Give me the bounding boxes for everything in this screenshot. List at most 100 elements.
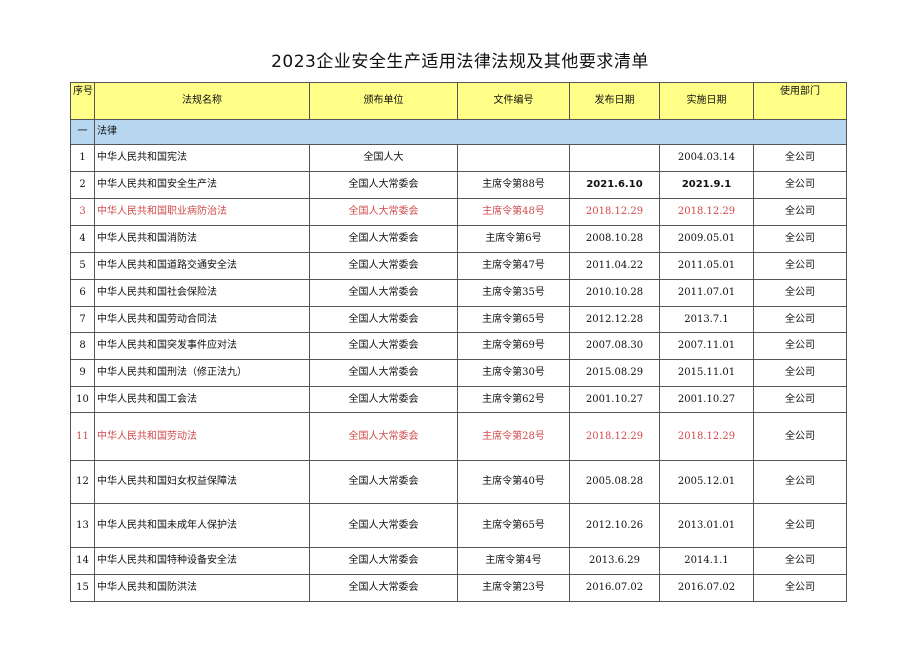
cell-publish-date bbox=[569, 144, 660, 172]
header-name: 法规名称 bbox=[94, 82, 310, 120]
cell-seq: 14 bbox=[70, 547, 95, 575]
cell-effective-date: 2001.10.27 bbox=[659, 386, 754, 413]
cell-dept: 全公司 bbox=[753, 279, 847, 307]
cell-effective-date: 2004.03.14 bbox=[659, 144, 754, 172]
cell-seq: 13 bbox=[70, 503, 95, 548]
cell-publish-date: 2012.10.26 bbox=[569, 503, 660, 548]
cell-seq: 2 bbox=[70, 171, 95, 199]
cell-issuer: 全国人大常委会 bbox=[309, 279, 458, 307]
header-issuer: 颁布单位 bbox=[309, 82, 458, 120]
cell-doc-no: 主席令第6号 bbox=[457, 225, 570, 253]
cell-issuer: 全国人大 bbox=[309, 144, 458, 172]
cell-issuer: 全国人大常委会 bbox=[309, 198, 458, 226]
cell-dept: 全公司 bbox=[753, 386, 847, 413]
cell-dept: 全公司 bbox=[753, 574, 847, 602]
table-row: 7 中华人民共和国劳动合同法 全国人大常委会 主席令第65号 2012.12.28 201… bbox=[70, 306, 847, 333]
cell-doc-no: 主席令第65号 bbox=[457, 503, 570, 548]
table-row: 15 中华人民共和国防洪法 全国人大常委会 主席令第23号 2016.07.02 2016… bbox=[70, 574, 847, 602]
cell-seq: 3 bbox=[70, 198, 95, 226]
cell-law-name: 中华人民共和国职业病防治法 bbox=[94, 198, 310, 226]
cell-issuer: 全国人大常委会 bbox=[309, 574, 458, 602]
cell-effective-date: 2021.9.1 bbox=[659, 171, 754, 199]
cell-law-name: 中华人民共和国妇女权益保障法 bbox=[94, 460, 310, 504]
cell-issuer: 全国人大常委会 bbox=[309, 359, 458, 387]
cell-issuer: 全国人大常委会 bbox=[309, 412, 458, 461]
cell-effective-date: 2014.1.1 bbox=[659, 547, 754, 575]
cell-issuer: 全国人大常委会 bbox=[309, 460, 458, 504]
table-row: 11 中华人民共和国劳动法 全国人大常委会 主席令第28号 2018.12.29 2018… bbox=[70, 412, 847, 461]
section-row: 一 法律 bbox=[70, 119, 847, 145]
cell-doc-no: 主席令第47号 bbox=[457, 252, 570, 280]
cell-dept: 全公司 bbox=[753, 359, 847, 387]
cell-dept: 全公司 bbox=[753, 547, 847, 575]
cell-seq: 15 bbox=[70, 574, 95, 602]
cell-law-name: 中华人民共和国消防法 bbox=[94, 225, 310, 253]
cell-issuer: 全国人大常委会 bbox=[309, 503, 458, 548]
cell-seq: 4 bbox=[70, 225, 95, 253]
cell-law-name: 中华人民共和国宪法 bbox=[94, 144, 310, 172]
cell-doc-no: 主席令第65号 bbox=[457, 306, 570, 333]
cell-dept: 全公司 bbox=[753, 198, 847, 226]
table-row: 1 中华人民共和国宪法 全国人大 2004.03.14 全公司 bbox=[70, 144, 847, 172]
cell-effective-date: 2005.12.01 bbox=[659, 460, 754, 504]
cell-doc-no: 主席令第48号 bbox=[457, 198, 570, 226]
cell-law-name: 中华人民共和国工会法 bbox=[94, 386, 310, 413]
cell-publish-date: 2016.07.02 bbox=[569, 574, 660, 602]
cell-issuer: 全国人大常委会 bbox=[309, 252, 458, 280]
cell-law-name: 中华人民共和国道路交通安全法 bbox=[94, 252, 310, 280]
header-row: 序号 法规名称 颁布单位 文件编号 发布日期 实施日期 使用部门 bbox=[70, 82, 847, 120]
cell-publish-date: 2005.08.28 bbox=[569, 460, 660, 504]
cell-law-name: 中华人民共和国劳动合同法 bbox=[94, 306, 310, 333]
cell-law-name: 中华人民共和国劳动法 bbox=[94, 412, 310, 461]
cell-doc-no: 主席令第30号 bbox=[457, 359, 570, 387]
cell-effective-date: 2018.12.29 bbox=[659, 198, 754, 226]
cell-publish-date: 2008.10.28 bbox=[569, 225, 660, 253]
cell-dept: 全公司 bbox=[753, 252, 847, 280]
table-row: 8 中华人民共和国突发事件应对法 全国人大常委会 主席令第69号 2007.08.30 2… bbox=[70, 332, 847, 360]
cell-seq: 5 bbox=[70, 252, 95, 280]
cell-law-name: 中华人民共和国突发事件应对法 bbox=[94, 332, 310, 360]
cell-dept: 全公司 bbox=[753, 306, 847, 333]
page-title: 2023企业安全生产适用法律法规及其他要求清单 bbox=[271, 52, 649, 72]
cell-effective-date: 2007.11.01 bbox=[659, 332, 754, 360]
cell-law-name: 中华人民共和国社会保险法 bbox=[94, 279, 310, 307]
cell-publish-date: 2012.12.28 bbox=[569, 306, 660, 333]
cell-dept: 全公司 bbox=[753, 460, 847, 504]
cell-law-name: 中华人民共和国特种设备安全法 bbox=[94, 547, 310, 575]
cell-publish-date: 2018.12.29 bbox=[569, 412, 660, 461]
cell-publish-date: 2011.04.22 bbox=[569, 252, 660, 280]
cell-issuer: 全国人大常委会 bbox=[309, 171, 458, 199]
table-row: 3 中华人民共和国职业病防治法 全国人大常委会 主席令第48号 2018.12.29 20… bbox=[70, 198, 847, 226]
cell-doc-no: 主席令第69号 bbox=[457, 332, 570, 360]
cell-dept: 全公司 bbox=[753, 144, 847, 172]
cell-seq: 11 bbox=[70, 412, 95, 461]
cell-doc-no: 主席令第62号 bbox=[457, 386, 570, 413]
cell-law-name: 中华人民共和国刑法（修正法九） bbox=[94, 359, 310, 387]
cell-law-name: 中华人民共和国防洪法 bbox=[94, 574, 310, 602]
cell-doc-no: 主席令第40号 bbox=[457, 460, 570, 504]
cell-doc-no bbox=[457, 144, 570, 172]
cell-publish-date: 2001.10.27 bbox=[569, 386, 660, 413]
table-row: 4 中华人民共和国消防法 全国人大常委会 主席令第6号 2008.10.28 2009.0… bbox=[70, 225, 847, 253]
cell-publish-date: 2007.08.30 bbox=[569, 332, 660, 360]
cell-seq: 9 bbox=[70, 359, 95, 387]
table-row: 2 中华人民共和国安全生产法 全国人大常委会 主席令第88号 2021.6.10 2021… bbox=[70, 171, 847, 199]
section-seq: 一 bbox=[70, 119, 95, 145]
header-effective-date: 实施日期 bbox=[659, 82, 754, 120]
cell-seq: 10 bbox=[70, 386, 95, 413]
cell-issuer: 全国人大常委会 bbox=[309, 306, 458, 333]
header-dept: 使用部门 bbox=[753, 82, 847, 120]
section-label: 法律 bbox=[94, 119, 847, 145]
table-row: 14 中华人民共和国特种设备安全法 全国人大常委会 主席令第4号 2013.6.29 20… bbox=[70, 547, 847, 575]
cell-seq: 12 bbox=[70, 460, 95, 504]
table-row: 13 中华人民共和国未成年人保护法 全国人大常委会 主席令第65号 2012.10.26… bbox=[70, 503, 847, 548]
cell-law-name: 中华人民共和国未成年人保护法 bbox=[94, 503, 310, 548]
cell-issuer: 全国人大常委会 bbox=[309, 386, 458, 413]
cell-publish-date: 2013.6.29 bbox=[569, 547, 660, 575]
cell-dept: 全公司 bbox=[753, 225, 847, 253]
table-row: 5 中华人民共和国道路交通安全法 全国人大常委会 主席令第47号 2011.04.22 2… bbox=[70, 252, 847, 280]
cell-doc-no: 主席令第28号 bbox=[457, 412, 570, 461]
header-doc-no: 文件编号 bbox=[457, 82, 570, 120]
cell-publish-date: 2010.10.28 bbox=[569, 279, 660, 307]
cell-effective-date: 2015.11.01 bbox=[659, 359, 754, 387]
